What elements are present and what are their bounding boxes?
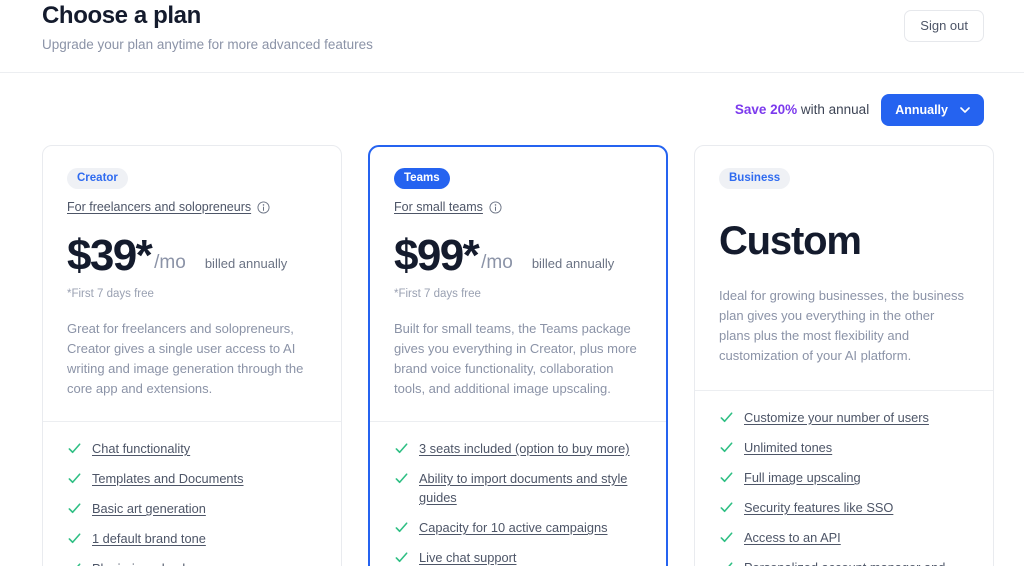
feature-label: Access to an API <box>744 530 841 545</box>
list-item[interactable]: Plagiarism checker <box>67 559 317 566</box>
save-suffix-text: with annual <box>797 102 870 117</box>
plan-badge-creator: Creator <box>67 168 128 189</box>
feature-label: Templates and Documents <box>92 471 244 486</box>
feature-label: 1 default brand tone <box>92 531 206 546</box>
check-icon <box>68 503 81 514</box>
feature-label: Full image upscaling <box>744 470 861 485</box>
list-item[interactable]: Access to an API <box>719 528 969 547</box>
check-icon <box>68 443 81 454</box>
plan-price-business: Custom <box>719 219 862 263</box>
plan-description-teams: Built for small teams, the Teams package… <box>394 321 637 396</box>
check-icon <box>728 562 733 566</box>
list-item[interactable]: 1 default brand tone <box>67 529 317 548</box>
plan-audience-label: For freelancers and solopreneurs <box>67 200 252 214</box>
feature-label: Ability to import documents and style gu… <box>419 471 628 505</box>
feature-label: Personalized account manager and set-up <box>744 558 969 566</box>
list-item[interactable]: Security features like SSO <box>719 498 969 517</box>
check-icon <box>68 533 81 544</box>
plan-card-business[interactable]: Business Custom Ideal for growing busine… <box>694 145 994 566</box>
list-item[interactable]: Capacity for 10 active campaigns <box>394 518 642 537</box>
feature-label: Unlimited tones <box>744 440 833 455</box>
plan-features-creator: Chat functionality Templates and Documen… <box>43 422 341 566</box>
list-item[interactable]: Customize your number of users <box>719 408 969 427</box>
plan-price-period-creator: /mo <box>154 252 186 273</box>
feature-label: 3 seats included (option to buy more) <box>419 441 630 456</box>
list-item[interactable]: Live chat support <box>394 548 642 566</box>
list-item[interactable]: Basic art generation <box>67 499 317 518</box>
save-annual-label: Save 20% with annual <box>735 102 869 118</box>
feature-label: Capacity for 10 active campaigns <box>419 520 608 535</box>
list-item[interactable]: Full image upscaling <box>719 468 969 487</box>
plan-billed-note-creator: billed annually <box>204 256 288 271</box>
save-percent-text: Save 20% <box>734 102 798 117</box>
plan-price-row-teams: $99* /mo billed annually <box>394 232 642 280</box>
check-icon <box>720 412 733 423</box>
plan-card-teams[interactable]: Teams For small teams $99* /mo billed an… <box>368 145 668 566</box>
sign-out-button[interactable]: Sign out <box>904 10 984 42</box>
plan-audience-teams[interactable]: For small teams <box>394 200 642 215</box>
feature-label: Plagiarism checker <box>92 559 200 566</box>
chevron-down-icon <box>960 107 970 113</box>
plan-description-business: Ideal for growing businesses, the busine… <box>719 288 964 363</box>
billing-period-dropdown[interactable]: Annually <box>881 94 984 126</box>
billing-period-label: Annually <box>895 103 948 117</box>
plan-trial-note-teams: *First 7 days free <box>394 288 481 300</box>
header-text-group: Choose a plan Upgrade your plan anytime … <box>42 0 373 54</box>
plan-card-business-body: Business Custom Ideal for growing busine… <box>695 146 993 390</box>
plan-features-business: Customize your number of users Unlimited… <box>695 391 993 566</box>
page-title: Choose a plan <box>42 2 201 29</box>
feature-label: Basic art generation <box>92 501 206 516</box>
billing-period-row: Save 20% with annual Annually <box>0 73 1024 126</box>
plan-billed-note-teams: billed annually <box>531 256 615 271</box>
feature-label: Customize your number of users <box>744 410 929 425</box>
plan-audience-label: For small teams <box>394 200 483 214</box>
page-subtitle: Upgrade your plan anytime for more advan… <box>42 37 373 52</box>
info-icon[interactable] <box>489 201 502 214</box>
check-icon <box>395 473 408 484</box>
check-icon <box>720 532 733 543</box>
feature-label: Live chat support <box>419 550 517 565</box>
plan-badge-business: Business <box>719 168 791 189</box>
plan-card-creator[interactable]: Creator For freelancers and solopreneurs… <box>42 145 342 566</box>
check-icon <box>68 473 81 484</box>
plan-price-row-creator: $39* /mo billed annually <box>67 232 317 280</box>
check-icon <box>720 442 733 453</box>
check-icon <box>395 443 408 454</box>
plan-badge-teams: Teams <box>394 168 450 189</box>
plan-trial-note-creator: *First 7 days free <box>67 288 154 300</box>
list-item[interactable]: Unlimited tones <box>719 438 969 457</box>
feature-label: Chat functionality <box>92 441 191 456</box>
check-icon <box>395 522 408 533</box>
plan-features-teams: 3 seats included (option to buy more) Ab… <box>370 422 666 566</box>
plan-price-period-teams: /mo <box>481 252 513 273</box>
plan-audience-creator[interactable]: For freelancers and solopreneurs <box>67 200 317 215</box>
check-icon <box>77 563 81 566</box>
plan-card-creator-body: Creator For freelancers and solopreneurs… <box>43 146 341 421</box>
page-header: Choose a plan Upgrade your plan anytime … <box>0 0 1024 73</box>
list-item[interactable]: Templates and Documents <box>67 469 317 488</box>
check-icon <box>720 472 733 483</box>
plan-cards-container: Creator For freelancers and solopreneurs… <box>0 126 1024 566</box>
list-item[interactable]: Chat functionality <box>67 439 317 458</box>
plan-price-teams: $99* <box>394 231 480 280</box>
info-icon[interactable] <box>257 201 270 214</box>
plan-card-teams-body: Teams For small teams $99* /mo billed an… <box>370 147 666 421</box>
list-item[interactable]: Ability to import documents and style gu… <box>394 469 642 507</box>
plan-price-creator: $39* <box>67 231 153 280</box>
check-icon <box>720 502 733 513</box>
check-icon <box>395 552 408 563</box>
list-item[interactable]: 3 seats included (option to buy more) <box>394 439 642 458</box>
plan-description-creator: Great for freelancers and solopreneurs, … <box>67 321 304 396</box>
list-item[interactable]: Personalized account manager and set-up <box>719 558 969 566</box>
feature-label: Security features like SSO <box>744 500 894 515</box>
